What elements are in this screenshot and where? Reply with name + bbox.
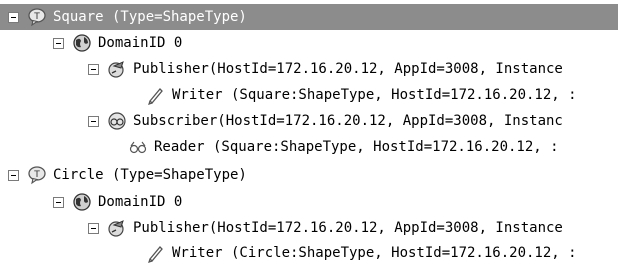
collapse-toggle[interactable]: [88, 63, 99, 75]
tree-node-writer[interactable]: Writer (Square:ShapeType, HostId=172.16.…: [0, 82, 618, 108]
tree-node-label: Reader (Square:ShapeType, HostId=172.16.…: [154, 139, 559, 155]
tree-node-label: Square (Type=ShapeType): [53, 9, 247, 25]
tree-node-label: DomainID 0: [98, 35, 183, 51]
publisher-icon: [108, 61, 124, 78]
svg-text:T: T: [33, 12, 40, 22]
collapse-toggle[interactable]: [8, 169, 19, 181]
tree-node-label: Subscriber(HostId=172.16.20.12, AppId=30…: [133, 113, 563, 129]
writer-pen-icon: [148, 246, 163, 263]
collapse-toggle[interactable]: [88, 222, 99, 234]
tree-node-label: Writer (Square:ShapeType, HostId=172.16.…: [172, 87, 577, 103]
svg-text:T: T: [33, 170, 40, 180]
tree-node-domain[interactable]: DomainID 0: [0, 189, 618, 215]
tree-node-label: Writer (Circle:ShapeType, HostId=172.16.…: [172, 245, 577, 261]
domain-globe-icon: [73, 34, 91, 52]
tree-node-domain[interactable]: DomainID 0: [0, 30, 618, 56]
collapse-toggle[interactable]: [53, 196, 64, 208]
tree-node-topic-circle[interactable]: T Circle (Type=ShapeType): [0, 162, 618, 188]
tree-node-label: DomainID 0: [98, 194, 183, 210]
tree-node-subscriber[interactable]: Subscriber(HostId=172.16.20.12, AppId=30…: [0, 108, 618, 134]
entity-tree: T Square (Type=ShapeType) DomainID 0 Pub…: [0, 0, 618, 263]
tree-node-label: Publisher(HostId=172.16.20.12, AppId=300…: [133, 61, 563, 77]
publisher-icon: [108, 220, 124, 237]
writer-pen-icon: [148, 88, 163, 105]
collapse-toggle[interactable]: [53, 37, 64, 49]
tree-node-topic-square[interactable]: T Square (Type=ShapeType): [0, 4, 618, 30]
tree-node-label: Publisher(HostId=172.16.20.12, AppId=300…: [133, 220, 563, 236]
domain-globe-icon: [73, 193, 91, 211]
tree-node-publisher[interactable]: Publisher(HostId=172.16.20.12, AppId=300…: [0, 215, 618, 241]
tree-node-writer[interactable]: Writer (Circle:ShapeType, HostId=172.16.…: [0, 240, 618, 266]
tree-node-reader[interactable]: Reader (Square:ShapeType, HostId=172.16.…: [0, 134, 618, 160]
collapse-toggle[interactable]: [88, 115, 99, 127]
subscriber-icon: [108, 112, 126, 130]
tree-node-label: Circle (Type=ShapeType): [53, 167, 247, 183]
topic-icon: T: [28, 8, 46, 27]
reader-glasses-icon: [129, 141, 147, 154]
topic-icon: T: [28, 166, 46, 185]
tree-node-publisher[interactable]: Publisher(HostId=172.16.20.12, AppId=300…: [0, 56, 618, 82]
collapse-toggle[interactable]: [8, 11, 19, 23]
